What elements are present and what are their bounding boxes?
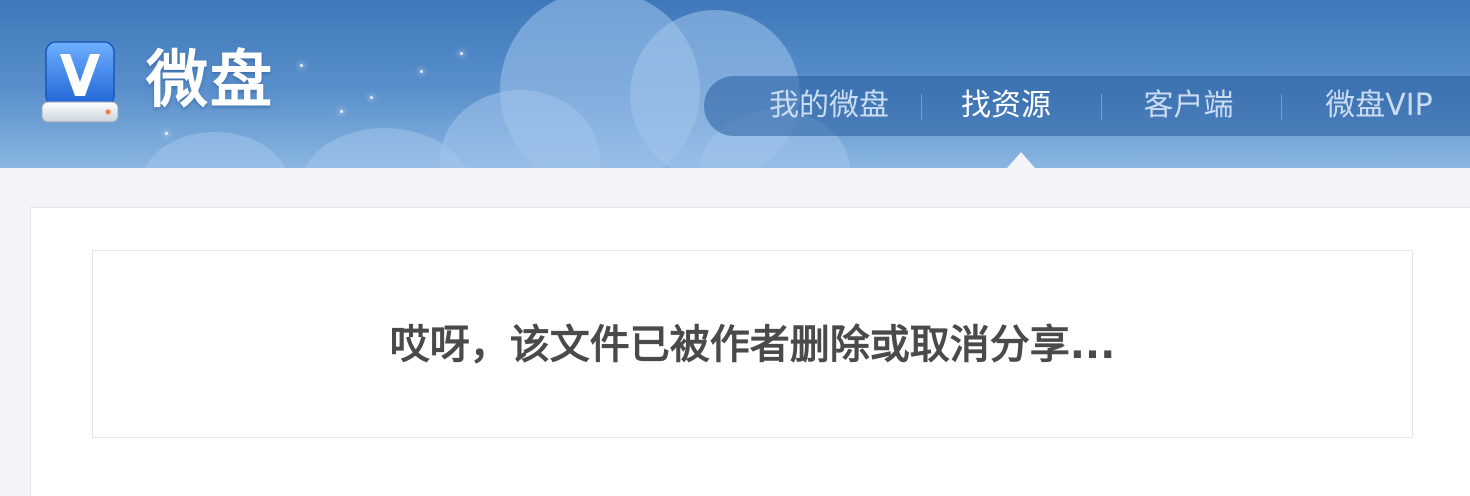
nav-item-vip[interactable]: 微盘VIP	[1294, 76, 1464, 136]
nav-divider	[1101, 94, 1102, 120]
main-nav: 我的微盘 找资源 客户端 微盘VIP	[704, 76, 1470, 136]
message-box: 哎呀，该文件已被作者删除或取消分享...	[92, 250, 1413, 438]
nav-item-client[interactable]: 客户端	[1106, 76, 1271, 136]
star-decoration	[460, 52, 463, 55]
logo-icon[interactable]	[40, 40, 120, 128]
site-header: 微盘 我的微盘 找资源 客户端 微盘VIP	[0, 0, 1470, 168]
star-decoration	[420, 70, 423, 73]
file-deleted-message: 哎呀，该文件已被作者删除或取消分享...	[389, 322, 1116, 368]
star-decoration	[370, 96, 373, 99]
star-decoration	[165, 132, 168, 135]
nav-divider	[1281, 94, 1282, 120]
nav-divider	[921, 94, 922, 120]
nav-item-find-resources[interactable]: 找资源	[926, 76, 1086, 136]
active-nav-indicator	[1007, 152, 1035, 168]
star-decoration	[340, 110, 343, 113]
nav-item-my-disk[interactable]: 我的微盘	[734, 76, 924, 136]
star-decoration	[300, 64, 303, 67]
cloud-decoration	[140, 132, 290, 168]
brand-name[interactable]: 微盘	[146, 40, 274, 120]
